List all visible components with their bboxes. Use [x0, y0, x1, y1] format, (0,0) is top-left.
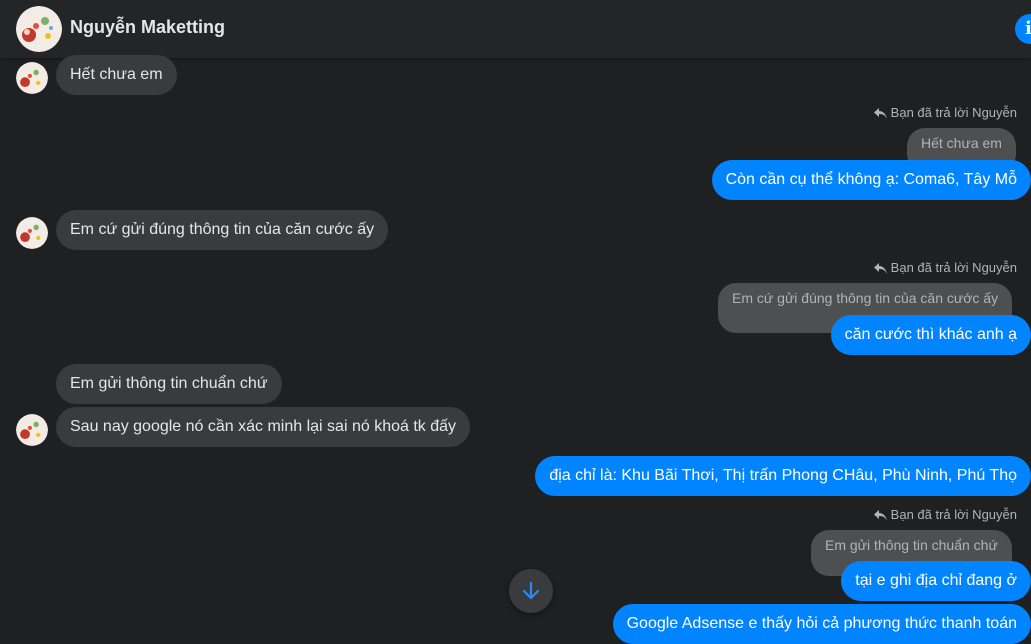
- outgoing-message[interactable]: tại e ghi địa chỉ đang ở: [841, 561, 1031, 601]
- reply-indicator-text: Bạn đã trả lời Nguyễn: [890, 260, 1017, 275]
- outgoing-message[interactable]: căn cước thì khác anh ạ: [830, 315, 1031, 355]
- incoming-message[interactable]: Sau nay google nó cần xác minh lại sai n…: [56, 407, 471, 447]
- reply-arrow-icon: [873, 510, 887, 521]
- contact-avatar[interactable]: [16, 6, 62, 52]
- reply-indicator: Bạn đã trả lời Nguyễn: [873, 260, 1017, 275]
- reply-indicator: Bạn đã trả lời Nguyễn: [873, 507, 1017, 522]
- contact-avatar-small[interactable]: [16, 62, 48, 94]
- incoming-message[interactable]: Hết chưa em: [56, 55, 177, 95]
- contact-avatar-small[interactable]: [16, 217, 48, 249]
- contact-name[interactable]: Nguyễn Maketting: [70, 17, 225, 38]
- outgoing-message[interactable]: địa chỉ là: Khu Bãi Thơi, Thị trấn Phong…: [535, 456, 1031, 496]
- info-icon[interactable]: i: [1015, 14, 1031, 44]
- scroll-to-bottom-button[interactable]: [509, 569, 553, 613]
- incoming-message[interactable]: Em cứ gửi đúng thông tin của căn cước ấy: [56, 210, 389, 250]
- reply-indicator-text: Bạn đã trả lời Nguyễn: [890, 507, 1017, 522]
- outgoing-message[interactable]: Còn cần cụ thể không ạ: Coma6, Tây Mỗ: [711, 160, 1031, 200]
- incoming-message[interactable]: Em gửi thông tin chuẩn chứ: [56, 364, 282, 404]
- reply-indicator-text: Bạn đã trả lời Nguyễn: [890, 105, 1017, 120]
- reply-indicator: Bạn đã trả lời Nguyễn: [873, 105, 1017, 120]
- arrow-down-icon: [522, 581, 540, 600]
- reply-arrow-icon: [873, 263, 887, 274]
- reply-arrow-icon: [873, 108, 887, 119]
- contact-avatar-small[interactable]: [16, 414, 48, 446]
- chat-header: Nguyễn Maketting i: [0, 0, 1031, 58]
- outgoing-message[interactable]: Google Adsense e thấy hỏi cả phương thức…: [612, 604, 1031, 644]
